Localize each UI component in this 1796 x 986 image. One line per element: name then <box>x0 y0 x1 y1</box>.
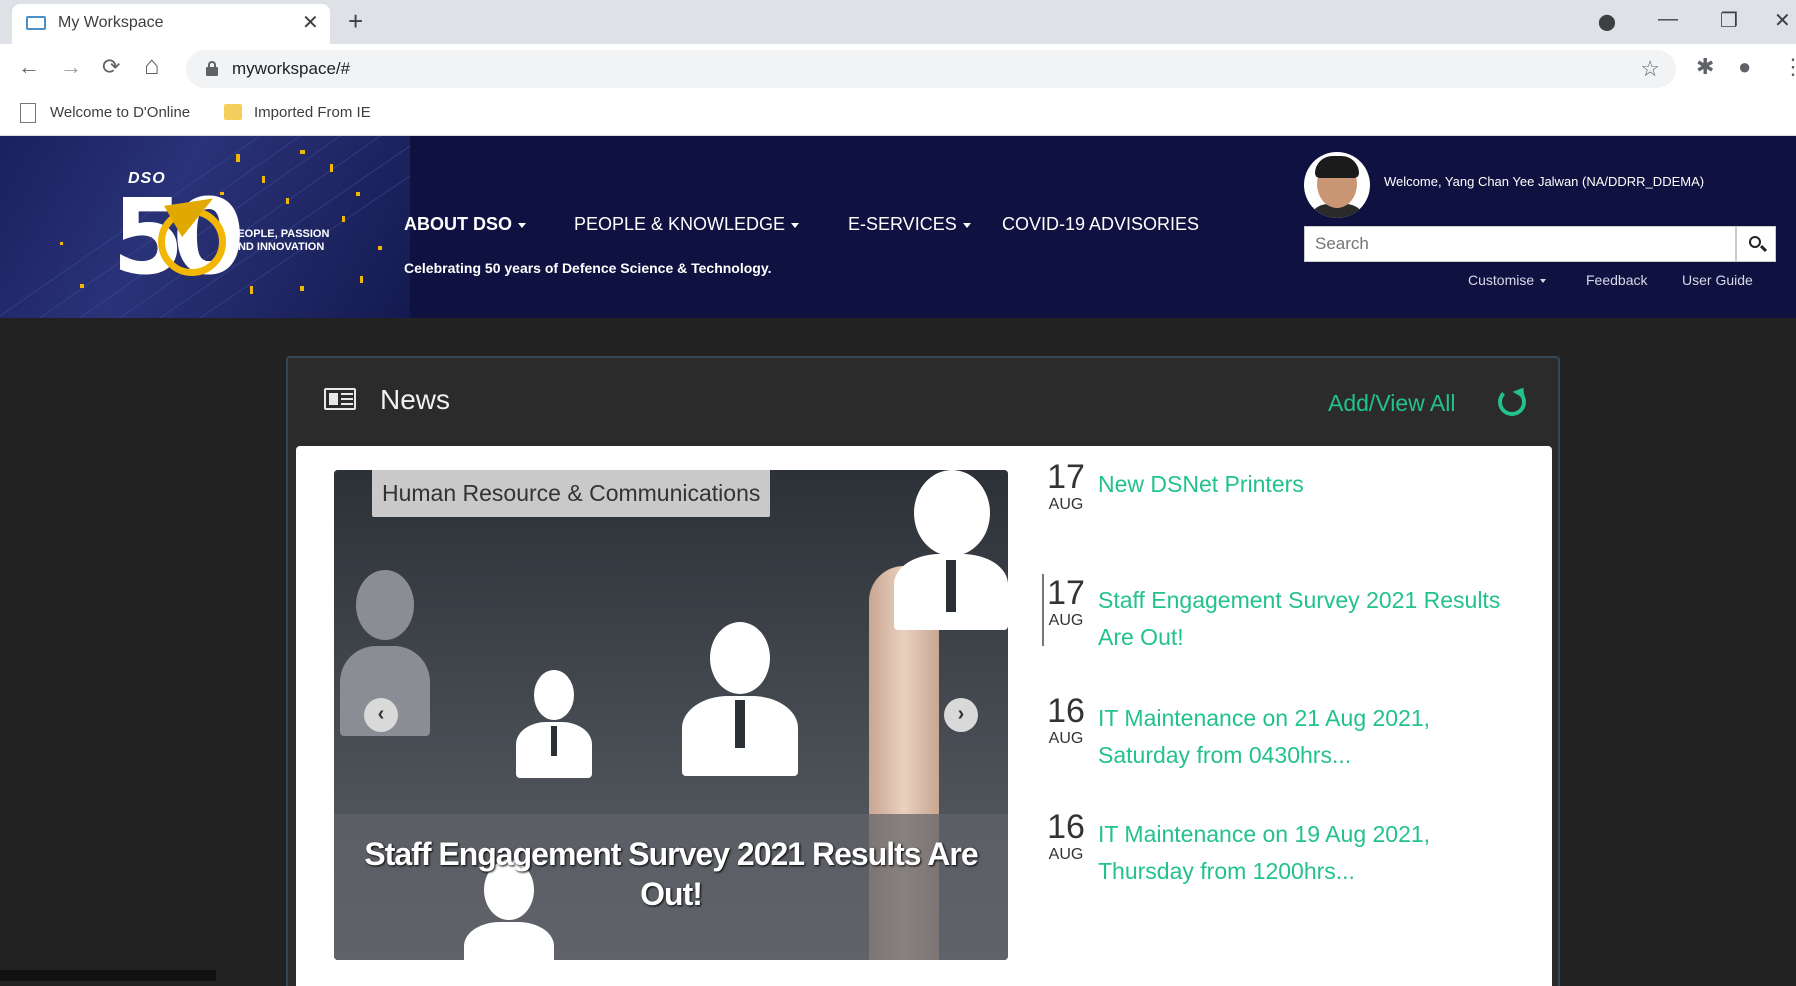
forward-button[interactable]: → <box>60 54 82 80</box>
news-item-title[interactable]: IT Maintenance on 19 Aug 2021, Thursday … <box>1098 816 1518 890</box>
news-title: News <box>380 384 451 415</box>
back-button[interactable]: ← <box>18 54 40 80</box>
carousel-next-button[interactable]: › <box>944 698 978 732</box>
nav-e-services[interactable]: E-SERVICES <box>848 214 971 235</box>
news-month: AUG <box>1048 730 1084 747</box>
person-silhouette-icon <box>894 470 1008 630</box>
dso50-banner: DSO 50 PEOPLE, PASSION AND INNOVATION <box>0 136 410 318</box>
caret-down-icon <box>962 222 971 228</box>
news-item-title[interactable]: New DSNet Printers <box>1098 466 1518 503</box>
bookmark-imported-from-ie[interactable]: Imported From IE <box>254 104 371 121</box>
page-icon <box>20 103 36 123</box>
news-month: AUG <box>1048 846 1084 863</box>
address-bar[interactable]: myworkspace/# ☆ <box>186 50 1676 88</box>
news-panel-header: News Add/View All <box>288 358 1558 446</box>
bookmark-welcome[interactable]: Welcome to D'Online <box>50 104 190 121</box>
newspaper-icon <box>324 388 356 410</box>
caret-down-icon <box>791 222 800 228</box>
customise-link[interactable]: Customise <box>1468 272 1547 288</box>
news-day: 16 <box>1047 808 1085 846</box>
header-tagline: Celebrating 50 years of Defence Science … <box>404 260 772 276</box>
nav-about-dso[interactable]: ABOUT DSO <box>404 214 526 235</box>
customise-label: Customise <box>1468 272 1535 288</box>
news-item-title[interactable]: Staff Engagement Survey 2021 Results Are… <box>1098 582 1518 656</box>
nav-e-services-label: E-SERVICES <box>848 214 957 234</box>
feedback-link[interactable]: Feedback <box>1586 272 1647 288</box>
nav-covid-advisories-label: COVID-19 ADVISORIES <box>1002 214 1200 234</box>
search-button[interactable] <box>1736 226 1776 262</box>
caret-down-icon <box>1540 279 1547 284</box>
logo-tagline: PEOPLE, PASSION AND INNOVATION <box>230 228 330 253</box>
folder-icon <box>224 104 242 120</box>
person-silhouette-icon <box>516 670 592 778</box>
nav-people-knowledge-label: PEOPLE & KNOWLEDGE <box>574 214 786 234</box>
carousel-prev-button[interactable]: ‹ <box>364 698 398 732</box>
news-day: 17 <box>1047 574 1085 612</box>
avatar[interactable] <box>1304 152 1370 218</box>
caret-down-icon <box>518 222 526 228</box>
close-window-button[interactable]: ✕ <box>1774 8 1791 33</box>
tab-close-icon[interactable]: ✕ <box>302 10 319 35</box>
nav-people-knowledge[interactable]: PEOPLE & KNOWLEDGE <box>574 214 800 235</box>
news-panel-body: Human Resource & Communications ‹ › Staf… <box>296 446 1552 986</box>
tab-title: My Workspace <box>58 14 164 31</box>
profile-icon[interactable]: ● <box>1738 54 1751 80</box>
browser-tab[interactable]: My Workspace ✕ <box>12 4 330 44</box>
extensions-icon[interactable]: ✱ <box>1696 54 1714 80</box>
home-button[interactable]: ⌂ <box>144 50 160 81</box>
news-category-label: Human Resource & Communications <box>372 470 771 517</box>
news-panel: News Add/View All Human Resource & Commu… <box>286 356 1560 986</box>
news-month: AUG <box>1048 612 1084 629</box>
news-carousel[interactable]: Human Resource & Communications ‹ › Staf… <box>334 470 1008 960</box>
new-tab-button[interactable]: + <box>348 6 363 37</box>
browser-menu-icon[interactable]: ⋮ <box>1782 54 1796 80</box>
browser-toolbar: ← → ⟳ ⌂ myworkspace/# ☆ ✱ ● ⋮ <box>0 44 1796 94</box>
add-view-all-link[interactable]: Add/View All <box>1328 390 1455 417</box>
search-input[interactable] <box>1305 227 1735 261</box>
news-item-title[interactable]: IT Maintenance on 21 Aug 2021, Saturday … <box>1098 700 1518 774</box>
news-day: 16 <box>1047 692 1085 730</box>
lock-icon <box>206 61 218 76</box>
site-header: DSO 50 PEOPLE, PASSION AND INNOVATION AB… <box>0 136 1796 318</box>
person-silhouette-icon <box>682 622 798 776</box>
minimize-button[interactable]: — <box>1658 8 1678 31</box>
news-day: 17 <box>1047 458 1085 496</box>
profile-menu-icon[interactable]: ⬤ <box>1598 12 1616 32</box>
address-url[interactable]: myworkspace/# <box>232 59 350 79</box>
carousel-caption[interactable]: Staff Engagement Survey 2021 Results Are… <box>334 834 1008 914</box>
restore-button[interactable]: ❐ <box>1720 8 1738 33</box>
page-content: News Add/View All Human Resource & Commu… <box>0 318 1796 986</box>
nav-covid-advisories[interactable]: COVID-19 ADVISORIES <box>1002 214 1199 235</box>
taskbar-fragment <box>0 970 216 981</box>
welcome-text: Welcome, Yang Chan Yee Jalwan (NA/DDRR_D… <box>1384 174 1705 189</box>
search-field[interactable] <box>1304 226 1736 262</box>
news-month: AUG <box>1048 496 1084 513</box>
reload-button[interactable]: ⟳ <box>102 54 120 80</box>
refresh-icon[interactable] <box>1498 388 1526 416</box>
tab-favicon-icon <box>26 16 46 30</box>
user-guide-link[interactable]: User Guide <box>1682 272 1753 288</box>
nav-about-dso-label: ABOUT DSO <box>404 214 512 234</box>
bookmark-star-icon[interactable]: ☆ <box>1640 56 1660 82</box>
browser-tabstrip: My Workspace ✕ + ⬤ — ❐ ✕ <box>0 0 1796 44</box>
bookmarks-bar: Welcome to D'Online Imported From IE <box>0 94 1796 136</box>
